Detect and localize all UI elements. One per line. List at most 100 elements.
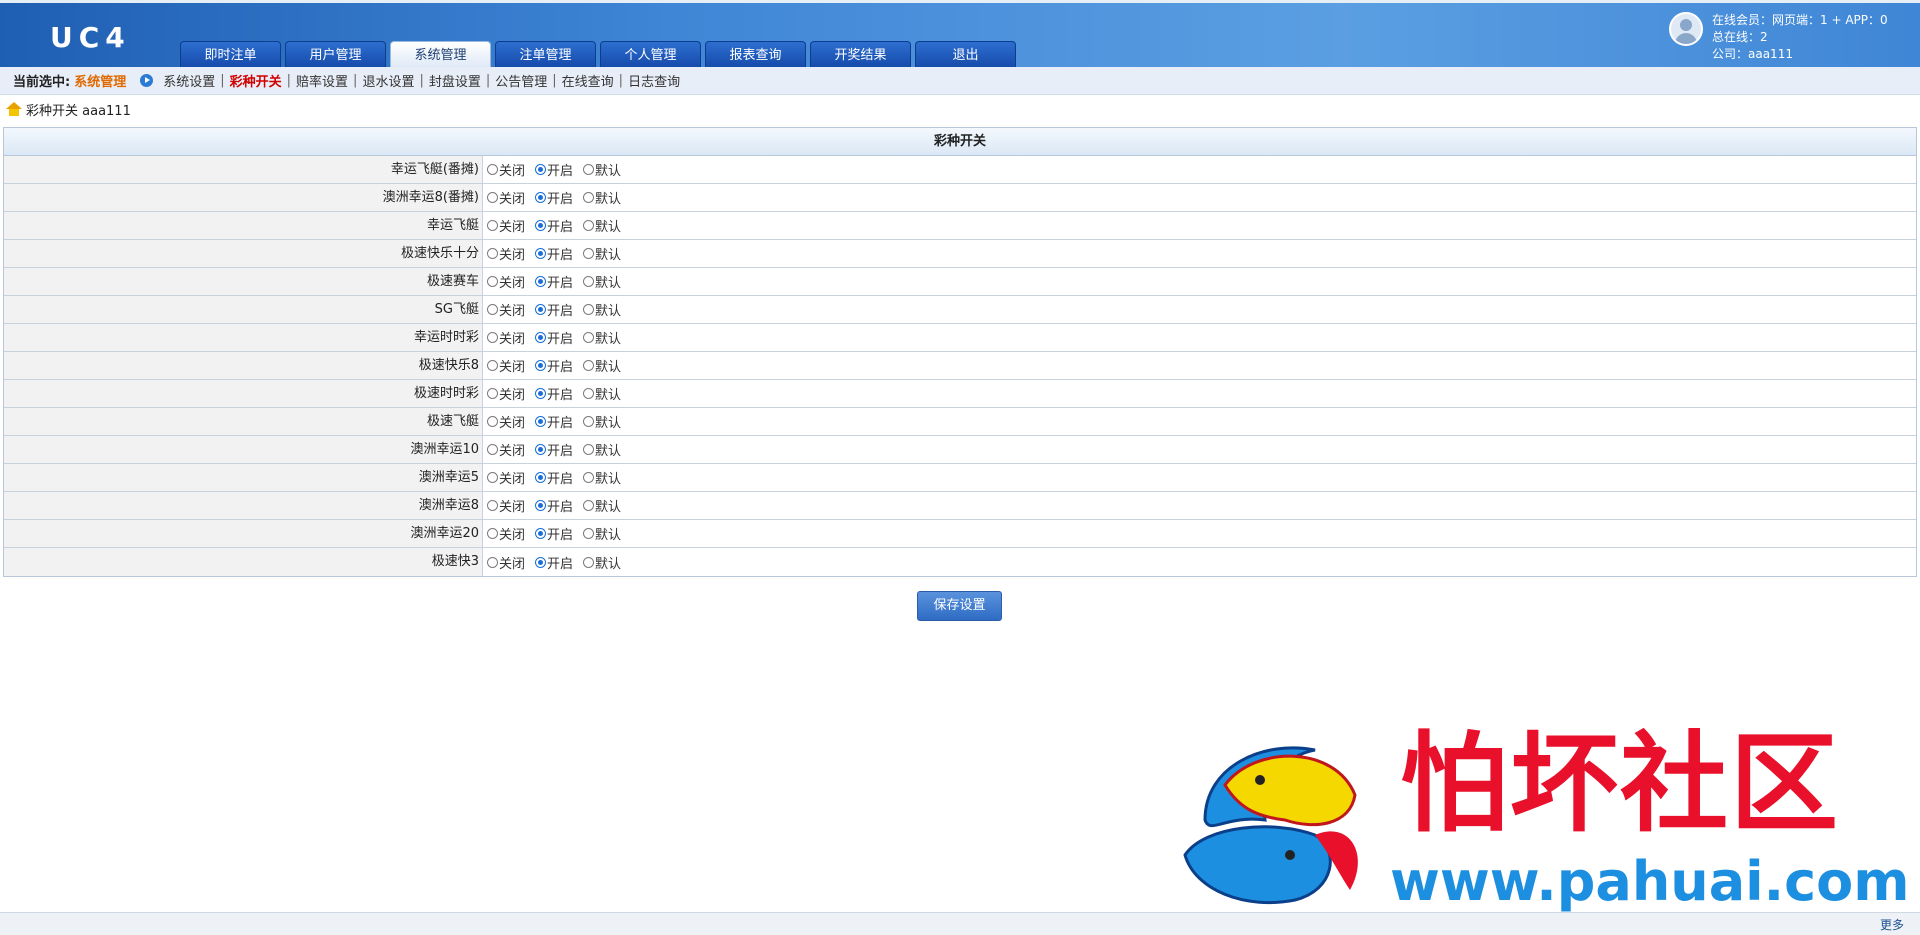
radio-option[interactable]: 默认 bbox=[583, 160, 621, 179]
radio-option[interactable]: 默认 bbox=[583, 244, 621, 263]
radio-option[interactable]: 关闭 bbox=[487, 468, 525, 487]
radio-option[interactable]: 开启 bbox=[535, 356, 573, 375]
nav-tab[interactable]: 退出 bbox=[915, 41, 1016, 69]
subnav-link[interactable]: 封盘设置 bbox=[429, 71, 481, 90]
radio-option[interactable]: 开启 bbox=[535, 272, 573, 291]
radio-button[interactable] bbox=[487, 164, 498, 175]
subnav-link[interactable]: 彩种开关 bbox=[230, 71, 282, 90]
user-avatar-icon[interactable] bbox=[1669, 12, 1703, 46]
radio-option[interactable]: 关闭 bbox=[487, 244, 525, 263]
nav-tab[interactable]: 开奖结果 bbox=[810, 41, 911, 69]
radio-button[interactable] bbox=[583, 556, 595, 568]
nav-tab[interactable]: 即时注单 bbox=[180, 41, 281, 69]
nav-tab[interactable]: 个人管理 bbox=[600, 41, 701, 69]
radio-button[interactable] bbox=[535, 220, 547, 231]
radio-button[interactable] bbox=[583, 528, 595, 539]
nav-tab[interactable]: 报表查询 bbox=[705, 41, 806, 69]
nav-tab[interactable]: 系统管理 bbox=[390, 41, 491, 69]
radio-button[interactable] bbox=[535, 556, 547, 568]
radio-button[interactable] bbox=[535, 500, 547, 511]
radio-option[interactable]: 默认 bbox=[583, 188, 621, 207]
radio-button[interactable] bbox=[583, 220, 595, 231]
radio-option[interactable]: 关闭 bbox=[487, 216, 525, 235]
radio-button[interactable] bbox=[487, 556, 498, 568]
radio-button[interactable] bbox=[487, 388, 498, 399]
radio-option[interactable]: 默认 bbox=[583, 412, 621, 431]
radio-option[interactable]: 关闭 bbox=[487, 160, 525, 179]
radio-button[interactable] bbox=[535, 472, 547, 483]
radio-button[interactable] bbox=[583, 388, 595, 399]
radio-option[interactable]: 开启 bbox=[535, 328, 573, 347]
radio-button[interactable] bbox=[487, 528, 498, 539]
radio-button[interactable] bbox=[487, 304, 498, 315]
radio-option[interactable]: 开启 bbox=[535, 384, 573, 403]
radio-option[interactable]: 默认 bbox=[583, 440, 621, 459]
subnav-link[interactable]: 日志查询 bbox=[628, 71, 680, 90]
subnav-link[interactable]: 赔率设置 bbox=[296, 71, 348, 90]
radio-button[interactable] bbox=[535, 416, 547, 427]
radio-option[interactable]: 默认 bbox=[583, 384, 621, 403]
radio-option[interactable]: 开启 bbox=[535, 244, 573, 263]
radio-button[interactable] bbox=[487, 360, 498, 371]
save-settings-button[interactable]: 保存设置 bbox=[917, 591, 1002, 621]
nav-tab[interactable]: 用户管理 bbox=[285, 41, 386, 69]
radio-button[interactable] bbox=[583, 248, 595, 259]
radio-button[interactable] bbox=[583, 192, 595, 203]
radio-button[interactable] bbox=[583, 332, 595, 343]
radio-option[interactable]: 开启 bbox=[535, 188, 573, 207]
radio-button[interactable] bbox=[487, 472, 498, 483]
radio-option[interactable]: 关闭 bbox=[487, 412, 525, 431]
radio-button[interactable] bbox=[535, 388, 547, 399]
radio-option[interactable]: 关闭 bbox=[487, 188, 525, 207]
radio-button[interactable] bbox=[535, 248, 547, 259]
radio-button[interactable] bbox=[583, 164, 595, 175]
radio-option[interactable]: 开启 bbox=[535, 496, 573, 515]
radio-option[interactable]: 默认 bbox=[583, 356, 621, 375]
radio-button[interactable] bbox=[487, 416, 498, 427]
radio-option[interactable]: 默认 bbox=[583, 272, 621, 291]
subnav-link[interactable]: 公告管理 bbox=[495, 71, 547, 90]
subnav-link[interactable]: 系统设置 bbox=[163, 71, 215, 90]
radio-button[interactable] bbox=[583, 500, 595, 511]
radio-option[interactable]: 开启 bbox=[535, 553, 573, 572]
radio-button[interactable] bbox=[535, 360, 547, 371]
radio-button[interactable] bbox=[535, 332, 547, 343]
radio-button[interactable] bbox=[583, 276, 595, 287]
radio-option[interactable]: 关闭 bbox=[487, 440, 525, 459]
radio-button[interactable] bbox=[583, 416, 595, 427]
radio-option[interactable]: 默认 bbox=[583, 524, 621, 543]
home-icon[interactable] bbox=[6, 102, 22, 116]
radio-option[interactable]: 关闭 bbox=[487, 272, 525, 291]
radio-option[interactable]: 关闭 bbox=[487, 524, 525, 543]
radio-option[interactable]: 默认 bbox=[583, 468, 621, 487]
radio-option[interactable]: 关闭 bbox=[487, 384, 525, 403]
radio-option[interactable]: 关闭 bbox=[487, 496, 525, 515]
radio-option[interactable]: 开启 bbox=[535, 300, 573, 319]
radio-button[interactable] bbox=[487, 220, 498, 231]
radio-button[interactable] bbox=[535, 444, 547, 455]
radio-button[interactable] bbox=[487, 276, 498, 287]
radio-option[interactable]: 开启 bbox=[535, 524, 573, 543]
radio-option[interactable]: 关闭 bbox=[487, 553, 525, 572]
subnav-link[interactable]: 在线查询 bbox=[562, 71, 614, 90]
more-link[interactable]: 更多 bbox=[1880, 916, 1904, 933]
radio-button[interactable] bbox=[583, 472, 595, 483]
radio-button[interactable] bbox=[487, 192, 498, 203]
radio-option[interactable]: 默认 bbox=[583, 328, 621, 347]
radio-option[interactable]: 默认 bbox=[583, 553, 621, 572]
radio-option[interactable]: 默认 bbox=[583, 216, 621, 235]
radio-option[interactable]: 开启 bbox=[535, 468, 573, 487]
subnav-link[interactable]: 退水设置 bbox=[362, 71, 414, 90]
radio-button[interactable] bbox=[583, 360, 595, 371]
radio-option[interactable]: 开启 bbox=[535, 440, 573, 459]
radio-button[interactable] bbox=[583, 304, 595, 315]
radio-button[interactable] bbox=[583, 444, 595, 455]
radio-button[interactable] bbox=[487, 332, 498, 343]
radio-option[interactable]: 默认 bbox=[583, 496, 621, 515]
radio-option[interactable]: 默认 bbox=[583, 300, 621, 319]
radio-option[interactable]: 开启 bbox=[535, 160, 573, 179]
radio-button[interactable] bbox=[535, 192, 547, 203]
radio-option[interactable]: 开启 bbox=[535, 216, 573, 235]
radio-option[interactable]: 开启 bbox=[535, 412, 573, 431]
radio-button[interactable] bbox=[535, 276, 547, 287]
